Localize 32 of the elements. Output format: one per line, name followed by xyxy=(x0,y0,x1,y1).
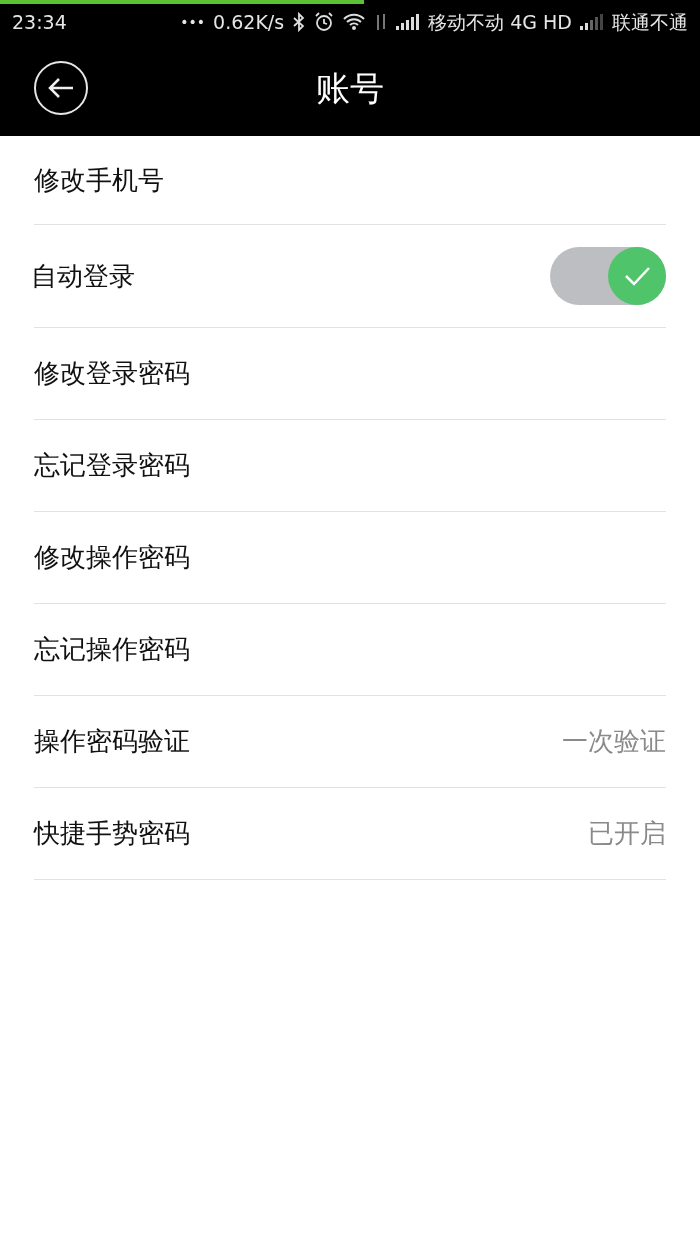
network-speed: 0.62K/s xyxy=(213,9,285,35)
row-value: 已开启 xyxy=(588,817,666,850)
page-title: 账号 xyxy=(316,66,384,110)
row-label: 自动登录 xyxy=(31,259,135,293)
clock: 23:34 xyxy=(12,9,67,35)
settings-row[interactable]: 忘记操作密码 xyxy=(34,604,666,696)
bluetooth-icon xyxy=(292,12,307,32)
settings-row[interactable]: 快捷手势密码 已开启 xyxy=(34,788,666,880)
row-label: 修改登录密码 xyxy=(34,357,190,390)
toggle-switch[interactable] xyxy=(550,247,666,305)
back-arrow-icon xyxy=(47,76,75,100)
settings-row[interactable]: 修改手机号 xyxy=(34,136,666,225)
row-label: 修改手机号 xyxy=(34,163,164,197)
row-label: 忘记登录密码 xyxy=(34,449,190,482)
carrier-label: 移动不动 4G HD xyxy=(428,9,572,35)
wifi-icon xyxy=(342,13,367,31)
carrier-label: 联通不通 xyxy=(612,9,688,35)
row-label: 操作密码验证 xyxy=(34,725,190,758)
row-value: 一次验证 xyxy=(562,725,666,758)
row-label: 忘记操作密码 xyxy=(34,633,190,666)
row-label: 快捷手势密码 xyxy=(34,817,190,850)
settings-row[interactable]: 操作密码验证 一次验证 xyxy=(34,696,666,788)
settings-row[interactable]: 修改操作密码 xyxy=(34,512,666,604)
signal-icon xyxy=(396,14,421,30)
settings-row[interactable]: 忘记登录密码 xyxy=(34,420,666,512)
signal-icon xyxy=(580,14,604,30)
row-label: 修改操作密码 xyxy=(34,541,190,574)
back-button[interactable] xyxy=(34,61,88,115)
alarm-icon xyxy=(314,12,335,32)
settings-row[interactable]: 自动登录 xyxy=(34,225,666,328)
more-dots: ••• xyxy=(180,12,206,32)
settings-row[interactable]: 修改登录密码 xyxy=(34,328,666,420)
